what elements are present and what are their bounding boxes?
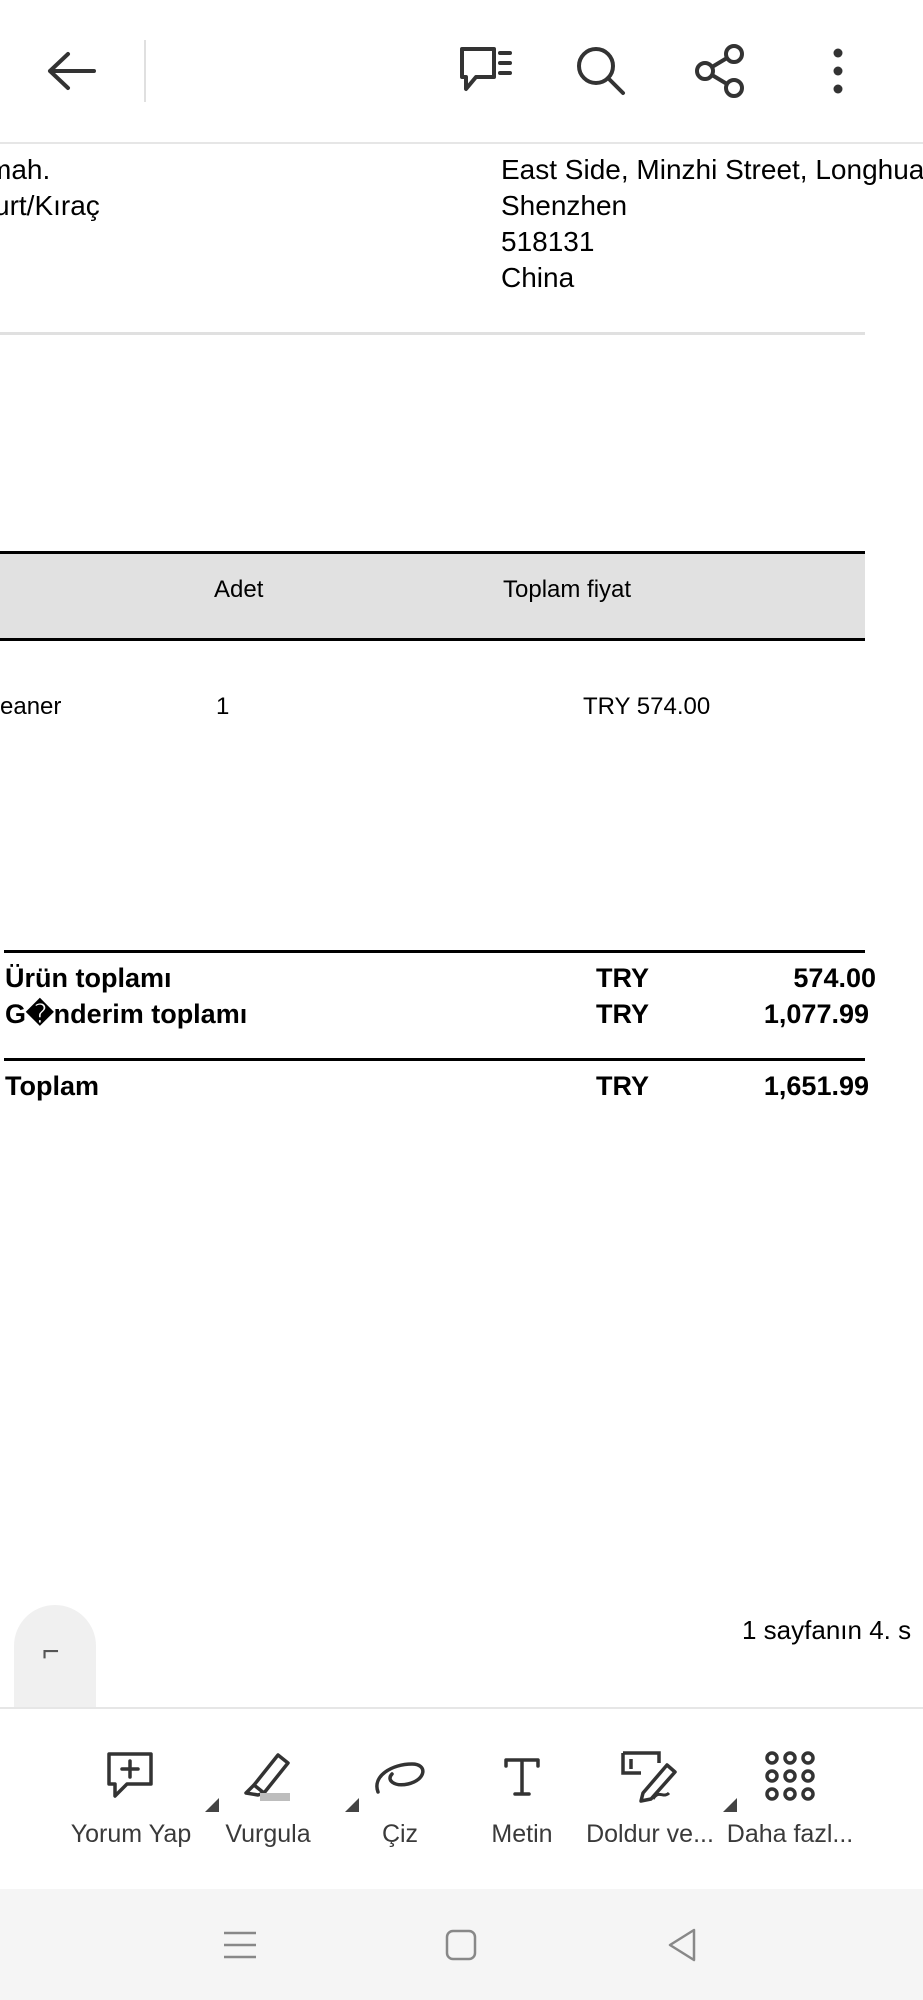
highlight-tool-button[interactable]: Vurgula bbox=[198, 1746, 359, 1849]
add-comment-icon bbox=[107, 1752, 153, 1798]
highlighter-icon bbox=[244, 1753, 290, 1801]
home-button[interactable] bbox=[439, 1925, 483, 1965]
back-nav-button[interactable] bbox=[660, 1925, 704, 1965]
grand-total-currency: TRY bbox=[596, 1071, 649, 1101]
more-vertical-icon bbox=[833, 48, 843, 94]
buyer-address-line: urt/Kıraç bbox=[0, 190, 100, 221]
highlight-tool-label: Vurgula bbox=[225, 1820, 311, 1848]
page-indicator: 1 sayfanın 4. s bbox=[742, 1615, 912, 1645]
table-header bbox=[0, 551, 865, 641]
draw-tool-button[interactable]: Çiz bbox=[330, 1746, 470, 1849]
column-header-qty: Adet bbox=[214, 576, 264, 603]
comment-tool-button[interactable]: Yorum Yap bbox=[61, 1746, 219, 1849]
grand-total-label: Toplam bbox=[5, 1071, 99, 1101]
shipping-currency: TRY bbox=[596, 999, 649, 1029]
item-total-cell: TRY 574.00 bbox=[583, 693, 711, 720]
grid-apps-icon bbox=[765, 1751, 815, 1801]
seller-address-line: Shenzhen bbox=[501, 190, 628, 221]
fill-sign-tool-button[interactable]: Doldur ve... bbox=[580, 1746, 737, 1849]
arrow-left-icon bbox=[48, 52, 96, 90]
search-button[interactable] bbox=[566, 36, 636, 106]
seller-address-line: 518131 bbox=[501, 226, 595, 257]
subtotal-currency: TRY bbox=[596, 963, 649, 993]
column-header-total: Toplam fiyat bbox=[503, 576, 632, 603]
shipping-amount: 1,077.99 bbox=[763, 999, 869, 1029]
page-scroll-handle[interactable]: ⌐ bbox=[14, 1605, 96, 1708]
recent-apps-button[interactable] bbox=[218, 1925, 262, 1965]
page-handle-glyph: ⌐ bbox=[42, 1635, 60, 1668]
subtotal-amount: 574.00 bbox=[793, 963, 876, 993]
freehand-draw-icon bbox=[375, 1762, 425, 1794]
text-tool-label: Metin bbox=[491, 1820, 553, 1848]
back-button[interactable] bbox=[37, 36, 107, 106]
share-icon bbox=[695, 44, 744, 98]
more-options-button[interactable] bbox=[803, 36, 873, 106]
item-name-cell: eaner bbox=[0, 693, 62, 720]
comment-tool-label: Yorum Yap bbox=[70, 1820, 192, 1848]
home-square-icon bbox=[445, 1929, 477, 1961]
search-icon bbox=[577, 47, 625, 95]
more-tools-label: Daha fazl... bbox=[726, 1820, 854, 1848]
totals-divider bbox=[4, 950, 865, 953]
grand-total-amount: 1,651.99 bbox=[763, 1071, 869, 1101]
totals-divider bbox=[4, 1058, 865, 1061]
top-app-bar bbox=[0, 0, 923, 144]
more-tools-button[interactable]: Daha fazl... bbox=[720, 1746, 860, 1849]
menu-lines-icon bbox=[224, 1931, 256, 1959]
fill-and-sign-icon bbox=[621, 1751, 677, 1803]
seller-address-line: China bbox=[501, 262, 575, 293]
back-triangle-icon bbox=[668, 1928, 696, 1962]
fill-sign-tool-label: Doldur ve... bbox=[586, 1820, 714, 1848]
subtotal-label: Ürün toplamı bbox=[5, 963, 172, 993]
share-button[interactable] bbox=[686, 36, 756, 106]
text-icon bbox=[504, 1758, 540, 1796]
toolbar-divider bbox=[144, 40, 146, 102]
draw-tool-label: Çiz bbox=[381, 1820, 419, 1848]
item-qty-cell: 1 bbox=[216, 693, 230, 720]
shipping-label: G�nderim toplamı bbox=[5, 999, 248, 1029]
comment-list-icon bbox=[460, 47, 512, 91]
text-tool-button[interactable]: Metin bbox=[452, 1746, 592, 1849]
comments-button[interactable] bbox=[451, 36, 521, 106]
section-divider bbox=[0, 332, 865, 335]
seller-address-line: East Side, Minzhi Street, Longhua bbox=[501, 154, 923, 185]
buyer-address-line: mah. bbox=[0, 154, 51, 185]
